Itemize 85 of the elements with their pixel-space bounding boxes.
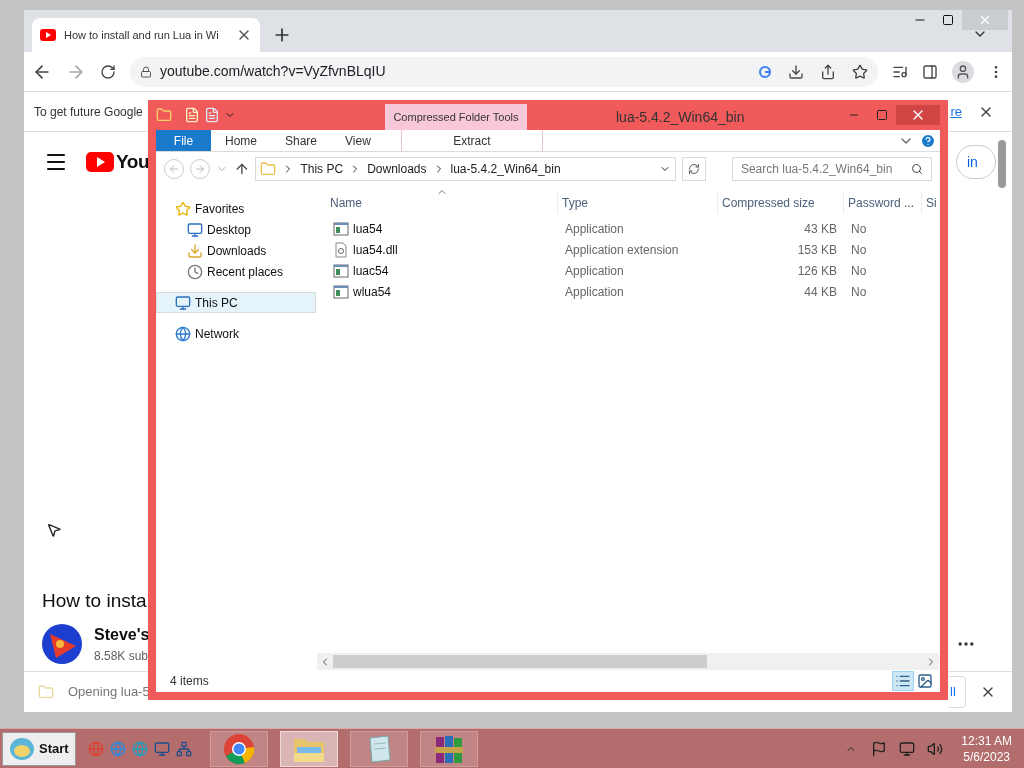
password-status: No xyxy=(851,242,867,257)
password-status: No xyxy=(851,284,867,299)
star-icon xyxy=(175,200,191,217)
file-name[interactable]: wlua54 xyxy=(353,282,392,301)
taskbar-button[interactable] xyxy=(419,730,478,767)
window-title: lua-5.4.2_Win64_bin xyxy=(616,108,745,127)
search-icon[interactable] xyxy=(911,163,923,175)
profile-avatar[interactable] xyxy=(952,60,974,83)
file-tab[interactable]: File xyxy=(156,130,211,151)
google-g-icon[interactable] xyxy=(758,64,772,79)
refresh-icon[interactable] xyxy=(682,157,707,181)
nav-item[interactable]: Desktop xyxy=(156,219,316,240)
column-header[interactable]: Name xyxy=(326,192,558,214)
play-logo-icon xyxy=(40,29,56,41)
application-icon xyxy=(333,283,349,300)
application-icon xyxy=(333,262,349,279)
computer-icon xyxy=(175,294,191,311)
monitor-icon xyxy=(187,221,203,238)
password-status: No xyxy=(851,263,867,278)
column-header[interactable]: Compressed size xyxy=(718,192,844,214)
clock[interactable]: 12:31 AM 5/6/2023 xyxy=(949,732,1024,765)
taskbar-button[interactable] xyxy=(209,730,268,767)
nav-item[interactable]: Network xyxy=(156,323,316,344)
download-folder-icon xyxy=(187,242,203,259)
file-type: Application xyxy=(565,263,624,278)
chrome-icon xyxy=(222,732,255,765)
file-size: 43 KB xyxy=(804,220,837,238)
gear-file-icon xyxy=(333,241,349,258)
scrollbar-thumb[interactable] xyxy=(998,140,1006,188)
subscriber-count: 8.58K sub xyxy=(94,648,150,665)
share-icon[interactable] xyxy=(820,63,836,80)
bookmark-star-icon[interactable] xyxy=(852,63,868,80)
nav-item[interactable]: Downloads xyxy=(156,240,316,261)
start-button[interactable]: Start xyxy=(2,731,76,766)
column-header[interactable]: Type xyxy=(558,192,718,214)
search-field[interactable]: Search lua-5.4.2_Win64_bin xyxy=(731,157,932,181)
channel-name[interactable]: Steve's xyxy=(94,623,150,647)
ribbon-tab[interactable]: Share xyxy=(271,130,332,151)
horizontal-scrollbar[interactable] xyxy=(317,653,939,670)
side-panel-icon[interactable] xyxy=(922,63,938,80)
download-icon[interactable] xyxy=(788,63,804,80)
breadcrumb-item[interactable]: lua-5.4.2_Win64_bin xyxy=(450,160,561,178)
nav-item[interactable]: This PC xyxy=(156,292,316,313)
address-bar[interactable]: youtube.com/watch?v=VyZfvnBLqIU xyxy=(130,56,878,87)
application-icon xyxy=(333,220,349,237)
file-size: 44 KB xyxy=(804,283,837,301)
breadcrumb-item[interactable]: Downloads xyxy=(367,160,427,178)
logo[interactable]: You xyxy=(86,147,150,177)
context-header: Compressed Folder Tools xyxy=(385,104,527,130)
file-name[interactable]: luac54 xyxy=(353,261,389,280)
network-window-icon[interactable] xyxy=(175,740,192,757)
address-bar[interactable]: This PC Downloads lua-5.4.2_Win64_bin xyxy=(255,157,677,181)
file-type: Application extension xyxy=(565,242,679,257)
clock-icon xyxy=(187,263,203,280)
browser-tab[interactable]: How to install and run Lua in Wi xyxy=(32,18,260,52)
globe-icon xyxy=(175,325,191,342)
nav-item[interactable]: Recent places xyxy=(156,261,316,282)
nav-item[interactable]: Favorites xyxy=(156,198,316,219)
mouse-cursor-icon xyxy=(46,522,62,538)
file-name[interactable]: lua54.dll xyxy=(353,240,398,259)
video-title: How to insta xyxy=(41,588,148,613)
password-status: No xyxy=(851,221,867,236)
archive-file-icon xyxy=(38,684,54,700)
column-header[interactable]: Password ... xyxy=(844,192,922,214)
help-icon[interactable] xyxy=(920,132,936,149)
details-view-button[interactable] xyxy=(892,671,914,691)
taskbar-button[interactable] xyxy=(349,730,408,767)
monitor-icon[interactable] xyxy=(153,740,170,757)
file-size: 126 KB xyxy=(797,262,837,280)
ribbon-tab[interactable]: Home xyxy=(211,130,271,151)
file-type: Application xyxy=(565,221,624,236)
infobar-link[interactable]: re xyxy=(950,101,962,122)
breadcrumb-item[interactable]: This PC xyxy=(300,160,344,178)
sign-in-button[interactable]: in xyxy=(956,145,996,179)
infobar-text: To get future Google xyxy=(34,103,143,121)
orb-icon xyxy=(9,736,35,761)
ribbon-tab[interactable]: View xyxy=(331,130,385,151)
lock-icon xyxy=(140,65,152,78)
status-text: 4 items xyxy=(170,673,209,690)
reload-icon[interactable] xyxy=(100,63,116,80)
file-name[interactable]: lua54 xyxy=(353,219,383,238)
file-type: Application xyxy=(565,284,624,299)
file-size: 153 KB xyxy=(797,241,837,259)
column-header[interactable]: Si xyxy=(922,192,940,214)
channel-avatar[interactable] xyxy=(42,624,82,664)
